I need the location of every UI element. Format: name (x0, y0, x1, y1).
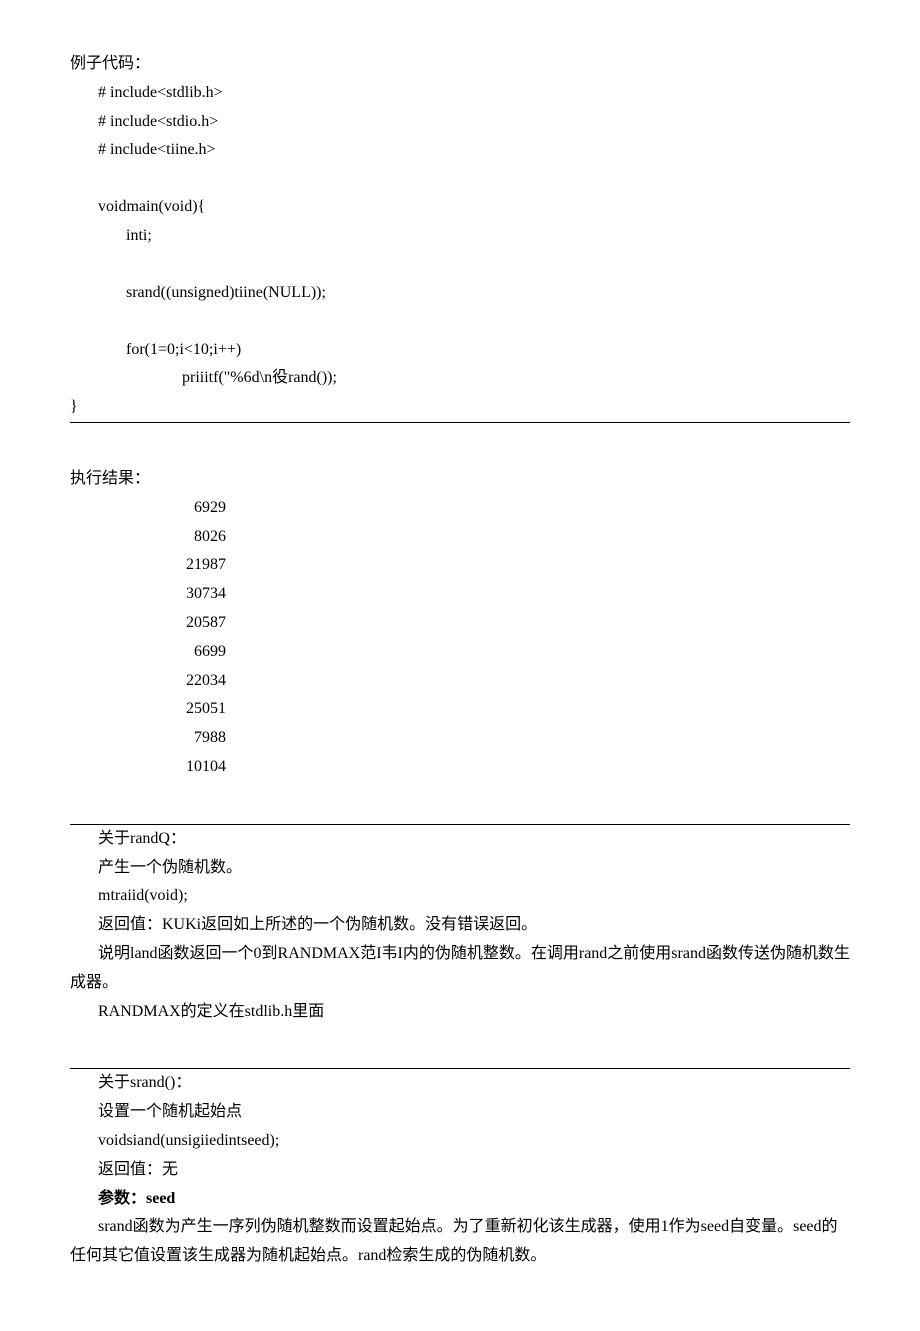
result-numbers: 6929 8026 21987 30734 20587 6699 22034 2… (70, 494, 850, 782)
result-num-2: 8026 (126, 523, 226, 552)
result-num-3: 21987 (126, 551, 226, 580)
include-line-2: # include<stdio.h> (70, 108, 850, 137)
code-section: 例子代码： # include<stdlib.h> # include<stdi… (70, 50, 850, 422)
rand-sig: mtraiid(void); (70, 882, 850, 911)
rand-title: 关于randQ： (70, 825, 850, 854)
rand-explanation: 说明land函数返回一个0到RANDMAX范I韦I内的伪随机整数。在调用rand… (70, 940, 850, 998)
srand-sig: voidsiand(unsigiiedintseed); (70, 1127, 850, 1156)
body-line-5: for(1=0;i<10;i++) (70, 336, 850, 365)
body-line-3: srand((unsigned)tiine(NULL)); (70, 279, 850, 308)
result-num-7: 22034 (126, 667, 226, 696)
rand-desc: 产生一个伪随机数。 (70, 854, 850, 883)
printf-line: priiitf("%6d\n役rand()); (70, 364, 850, 393)
rand-return: 返回值：KUKi返回如上所述的一个伪随机数。没有错误返回。 (70, 911, 850, 940)
body-line-1: inti; (70, 222, 850, 251)
srand-desc: 设置一个随机起始点 (70, 1098, 850, 1127)
srand-section: 关于srand()： 设置一个随机起始点 voidsiand(unsigiied… (70, 1069, 850, 1271)
include-line-1: # include<stdlib.h> (70, 79, 850, 108)
include-line-3: # include<tiine.h> (70, 136, 850, 165)
result-num-4: 30734 (126, 580, 226, 609)
result-num-10: 10104 (126, 753, 226, 782)
result-num-8: 25051 (126, 695, 226, 724)
rand-section: 关于randQ： 产生一个伪随机数。 mtraiid(void); 返回值：KU… (70, 825, 850, 1027)
result-title: 执行结果： (70, 465, 850, 494)
result-section: 执行结果： 6929 8026 21987 30734 20587 6699 2… (70, 465, 850, 782)
close-brace: } (70, 393, 850, 422)
result-num-1: 6929 (126, 494, 226, 523)
main-decl: voidmain(void){ (70, 193, 850, 222)
result-num-9: 7988 (126, 724, 226, 753)
result-num-5: 20587 (126, 609, 226, 638)
code-title: 例子代码： (70, 50, 850, 79)
srand-explanation: srand函数为产生一序列伪随机整数而设置起始点。为了重新初化该生成器，使用1作… (70, 1213, 850, 1271)
srand-params: 参数：seed (70, 1185, 850, 1214)
result-num-6: 6699 (126, 638, 226, 667)
rand-randmax: RANDMAX的定义在stdlib.h里面 (70, 998, 850, 1027)
srand-title: 关于srand()： (70, 1069, 850, 1098)
srand-return: 返回值：无 (70, 1156, 850, 1185)
